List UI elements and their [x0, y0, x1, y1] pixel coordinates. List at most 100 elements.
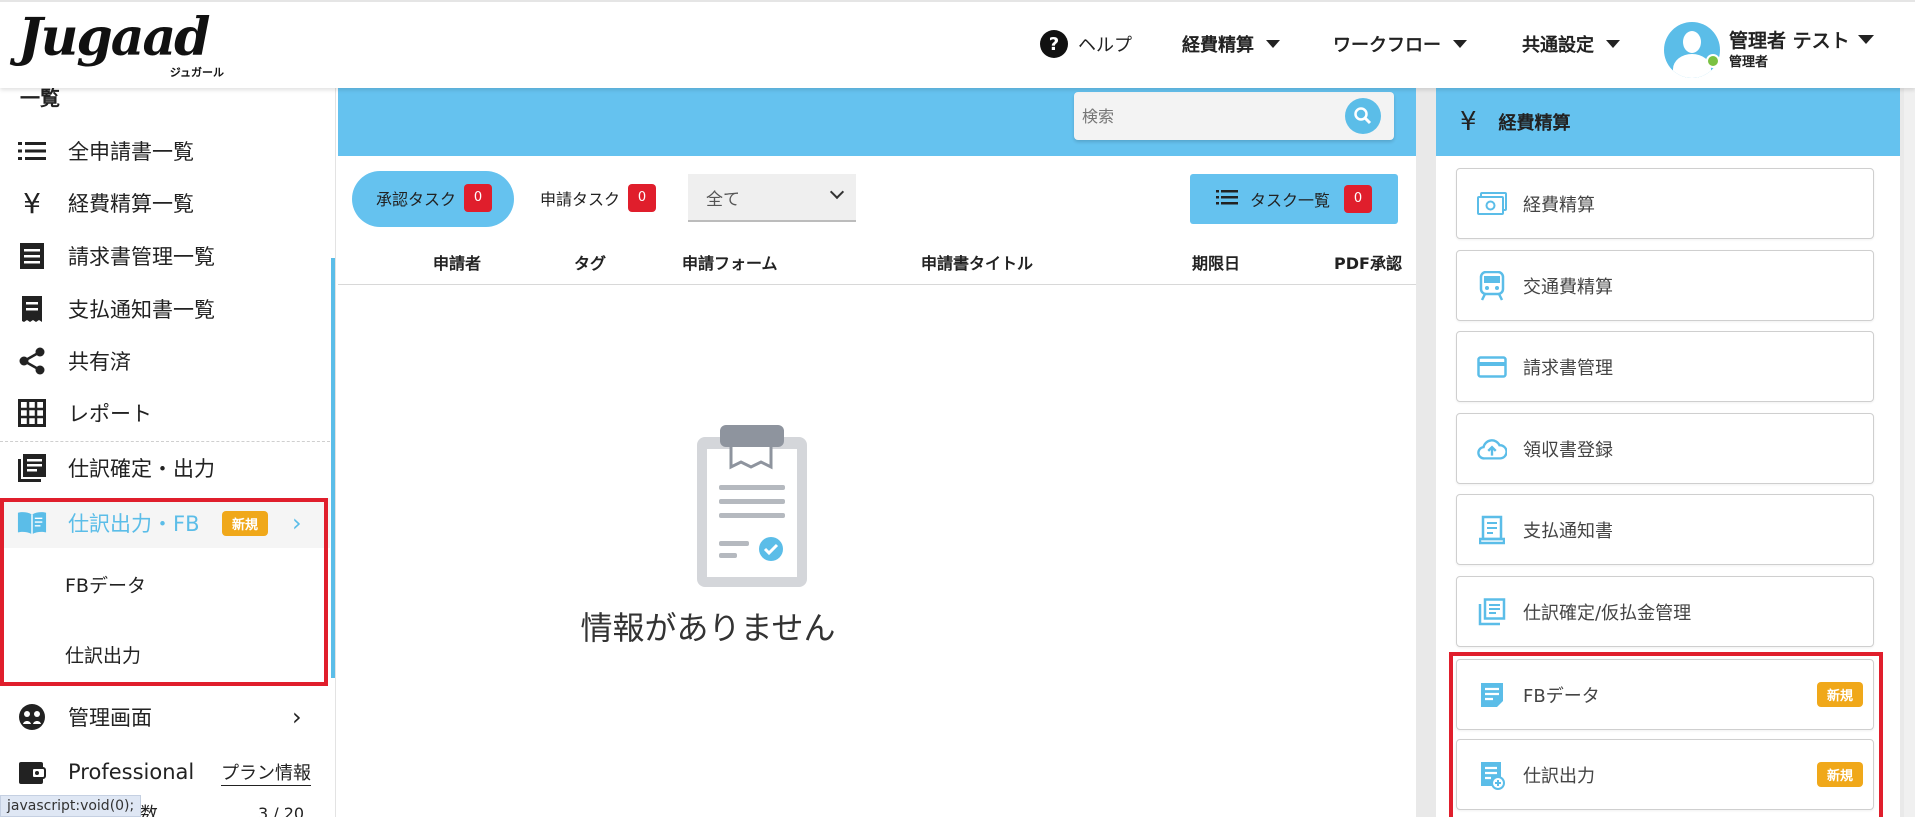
sidebar-item-shared[interactable]: 共有済	[0, 336, 330, 386]
tab-label: 申請タスク	[540, 190, 621, 209]
nav-common-settings[interactable]: 共通設定	[1522, 24, 1620, 64]
column-header-title[interactable]: 申請書タイトル	[921, 250, 1033, 274]
task-list-button[interactable]: タスク一覧 0	[1190, 174, 1398, 224]
plan-name: Professional	[68, 760, 195, 784]
sidebar-item-label: 仕訳確定・出力	[68, 457, 215, 481]
quick-action-label: 経費精算	[1523, 194, 1595, 216]
quick-action-label: 請求書管理	[1523, 357, 1613, 379]
nav-expense[interactable]: 経費精算	[1182, 24, 1280, 64]
grid-icon	[17, 398, 47, 428]
count-badge: 0	[628, 184, 657, 212]
plan-info-link[interactable]: プラン情報	[221, 759, 311, 786]
quick-action-journal-advance[interactable]: 仕訳確定/仮払金管理	[1456, 576, 1874, 647]
divider	[0, 441, 330, 442]
quick-action-expense[interactable]: 経費精算	[1456, 168, 1874, 239]
task-list-label: タスク一覧	[1250, 191, 1331, 210]
sidebar-item-label: 支払通知書一覧	[68, 298, 215, 322]
journal-icon	[17, 453, 47, 483]
help-link[interactable]: ? ヘルプ	[1040, 24, 1132, 64]
yen-icon: ¥	[23, 186, 41, 220]
logo-subtext: ジュガール	[169, 66, 224, 79]
search-input[interactable]	[1082, 102, 1332, 130]
yen-icon: ¥	[1460, 107, 1477, 137]
sidebar-item-expense-list[interactable]: ¥ 経費精算一覧	[0, 178, 330, 228]
search-button[interactable]	[1345, 98, 1381, 134]
caret-down-icon	[1606, 40, 1620, 48]
count-label: 数	[140, 804, 158, 817]
card-icon	[1477, 352, 1507, 382]
column-header-pdf-approval[interactable]: PDF承認	[1334, 250, 1402, 274]
user-name[interactable]: 管理者 テスト	[1729, 26, 1850, 53]
nav-workflow[interactable]: ワークフロー	[1333, 24, 1467, 64]
help-label: ヘルプ	[1078, 35, 1132, 56]
count-badge: 0	[1344, 185, 1373, 213]
quick-action-label: 仕訳確定/仮払金管理	[1523, 602, 1692, 624]
nav-expense-label: 経費精算	[1182, 35, 1254, 56]
receipt-icon	[17, 294, 47, 324]
invoice-icon	[17, 241, 47, 271]
logo-text: Jugaad	[18, 7, 211, 68]
train-icon	[1477, 270, 1507, 301]
empty-clipboard-icon	[695, 423, 809, 593]
header-divider	[338, 284, 1416, 285]
sidebar-item-label: 経費精算一覧	[68, 192, 194, 216]
quick-action-label: 領収書登録	[1523, 439, 1613, 461]
quick-action-receipt-register[interactable]: 領収書登録	[1456, 413, 1874, 484]
quick-actions-header: ¥ 経費精算	[1436, 88, 1900, 156]
nav-workflow-label: ワークフロー	[1333, 35, 1441, 56]
wallet-icon	[17, 757, 47, 787]
chevron-down-icon	[829, 184, 845, 200]
column-header-form[interactable]: 申請フォーム	[682, 250, 778, 274]
column-header-tag[interactable]: タグ	[574, 250, 606, 274]
empty-message: 情報がありません	[580, 609, 836, 647]
status-bar-url: javascript:void(0);	[0, 795, 142, 817]
column-header-due-date[interactable]: 期限日	[1192, 250, 1240, 274]
online-status-icon	[1706, 54, 1720, 68]
cloud-upload-icon	[1477, 434, 1507, 464]
search-box	[1074, 92, 1394, 140]
sidebar-section-heading: 一覧	[20, 88, 60, 110]
admin-icon	[17, 702, 47, 732]
sidebar-item-all-applications[interactable]: 全申請書一覧	[0, 126, 330, 176]
filter-select-value: 全て	[706, 190, 740, 210]
filter-select[interactable]: 全て	[688, 174, 856, 222]
tab-label: 承認タスク	[376, 190, 457, 209]
sidebar-item-label: 全申請書一覧	[68, 140, 194, 164]
quick-action-payment-notice[interactable]: 支払通知書	[1456, 494, 1874, 565]
quick-action-label: 支払通知書	[1523, 520, 1613, 542]
sidebar-item-label: 共有済	[68, 350, 131, 374]
quick-action-invoice[interactable]: 請求書管理	[1456, 331, 1874, 402]
avatar[interactable]	[1664, 22, 1720, 78]
quick-action-transport[interactable]: 交通費精算	[1456, 250, 1874, 321]
sidebar-item-invoice-list[interactable]: 請求書管理一覧	[0, 231, 330, 281]
sidebar-scrollbar[interactable]	[331, 258, 335, 678]
sidebar-plan: Professional プラン情報	[0, 747, 330, 797]
sidebar-item-label: 請求書管理一覧	[68, 245, 215, 269]
sidebar-item-report[interactable]: レポート	[0, 388, 330, 438]
nav-common-settings-label: 共通設定	[1522, 35, 1594, 56]
chevron-right-icon: ›	[292, 703, 302, 731]
journal-icon	[1477, 597, 1507, 627]
count-value: 3 / 20	[258, 804, 305, 817]
sidebar-item-journal-confirm[interactable]: 仕訳確定・出力	[0, 443, 330, 493]
caret-down-icon	[1453, 40, 1467, 48]
user-menu-caret-icon[interactable]	[1858, 35, 1874, 44]
sidebar-item-payment-notice-list[interactable]: 支払通知書一覧	[0, 284, 330, 334]
highlight-frame	[0, 498, 328, 686]
sidebar-item-admin[interactable]: 管理画面 ›	[0, 692, 330, 742]
task-panel: 承認タスク 0 申請タスク 0 全て タスク一覧 0 申請者 タグ 申請フォーム…	[338, 88, 1416, 817]
column-header-applicant[interactable]: 申請者	[433, 250, 481, 274]
receipt-icon	[1477, 515, 1507, 545]
highlight-frame	[1449, 652, 1883, 817]
sidebar-item-label: 管理画面	[68, 706, 152, 730]
page-scrollbar[interactable]	[1904, 88, 1915, 817]
logo[interactable]: Jugaad ジュガール	[18, 10, 228, 80]
sidebar: 一覧 全申請書一覧 ¥ 経費精算一覧 請求書管理一覧 支払通知書一覧 共有済 レ…	[0, 88, 336, 817]
money-icon	[1477, 189, 1507, 219]
share-icon	[17, 346, 47, 376]
sidebar-item-label: レポート	[68, 402, 152, 426]
help-icon: ?	[1040, 30, 1068, 58]
tab-request-tasks[interactable]: 申請タスク 0	[540, 170, 657, 226]
tab-approval-tasks-content: 承認タスク 0	[376, 170, 493, 226]
caret-down-icon	[1266, 40, 1280, 48]
